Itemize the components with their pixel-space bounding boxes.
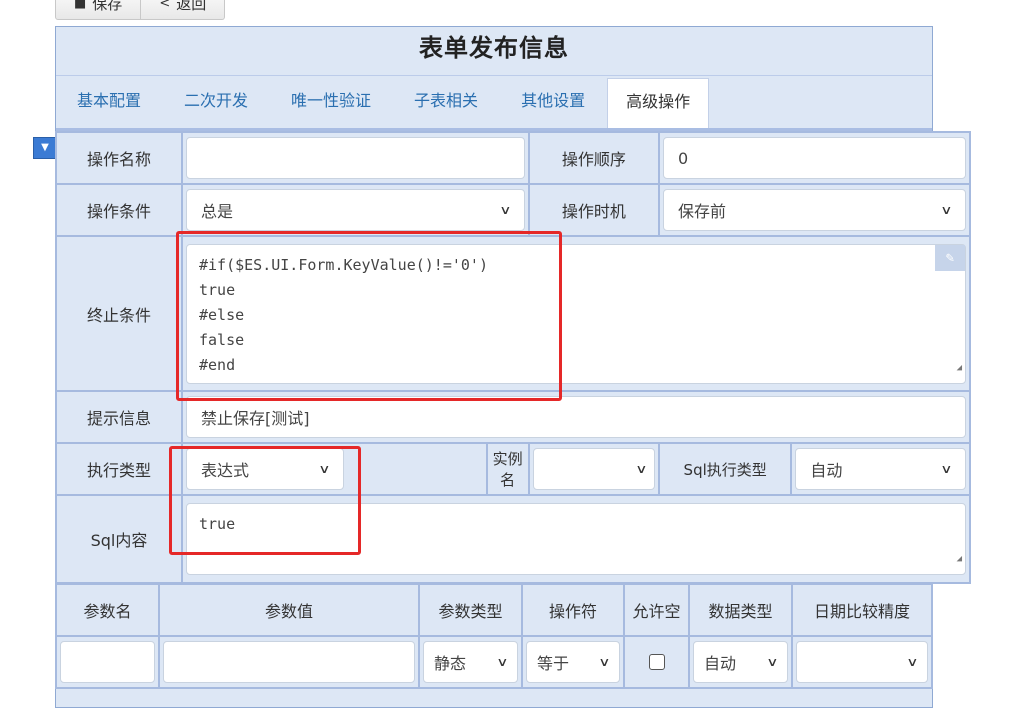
exec-type-label: 执行类型 <box>55 442 183 496</box>
params-header-data-type: 数据类型 <box>688 583 793 637</box>
params-header-type: 参数类型 <box>418 583 523 637</box>
op-time-value: 保存前 <box>677 202 726 221</box>
op-name-input[interactable] <box>186 137 525 179</box>
tab-bar: 基本配置 二次开发 唯一性验证 子表相关 其他设置 高级操作 <box>56 76 932 132</box>
param-precision-select[interactable]: ∨ <box>796 641 928 683</box>
chevron-down-icon: ∨ <box>766 655 779 669</box>
save-button[interactable]: ■ 保存 <box>55 0 142 20</box>
tab-subtable[interactable]: 子表相关 <box>393 76 500 128</box>
op-cond-label: 操作条件 <box>55 183 183 237</box>
param-operator-value: 等于 <box>537 654 570 673</box>
chevron-down-icon: ∨ <box>499 203 512 217</box>
operation-form: 操作名称 操作顺序 0 操作条件 总是 ∨ 操作时机 保存前 ∨ 终止条件 #if(… <box>55 131 972 584</box>
allow-null-checkbox[interactable] <box>648 654 665 670</box>
op-name-label: 操作名称 <box>55 131 183 185</box>
exec-type-value: 表达式 <box>201 461 250 480</box>
param-operator-select[interactable]: 等于 ∨ <box>526 641 620 683</box>
chevron-down-icon: ∨ <box>496 655 509 669</box>
tab-advanced-ops[interactable]: 高级操作 <box>607 78 710 128</box>
param-type-value: 静态 <box>434 654 467 673</box>
form-title: 表单发布信息 <box>56 27 932 76</box>
back-button[interactable]: < 返回 <box>141 0 226 20</box>
sql-content-value: true <box>199 515 236 533</box>
back-label: 返回 <box>176 0 207 13</box>
param-type-select[interactable]: 静态 ∨ <box>423 641 518 683</box>
instance-label: 实例名 <box>485 442 530 496</box>
code-line: #else <box>199 305 245 324</box>
table-row: 静态 ∨ 等于 ∨ 自动 ∨ ∨ <box>55 635 933 689</box>
sql-content-label: Sql内容 <box>55 494 183 584</box>
code-line: #if($ES.UI.Form.KeyValue()!='0') <box>199 255 488 274</box>
chevron-down-icon: ∨ <box>906 655 919 669</box>
param-data-type-value: 自动 <box>704 654 737 673</box>
code-line: false <box>199 330 245 349</box>
params-header-operator: 操作符 <box>521 583 625 637</box>
chevron-down-icon: ∨ <box>635 462 648 476</box>
op-time-label: 操作时机 <box>527 183 660 237</box>
tip-input[interactable]: 禁止保存[测试] <box>186 396 966 438</box>
op-order-input[interactable]: 0 <box>662 137 966 179</box>
sql-content-textarea[interactable]: true ◢ <box>186 503 966 575</box>
chevron-down-icon: ∨ <box>598 655 611 669</box>
stop-cond-textarea[interactable]: #if($ES.UI.Form.KeyValue()!='0') true #e… <box>186 243 966 384</box>
tip-label: 提示信息 <box>55 390 183 444</box>
params-header-precision: 日期比较精度 <box>791 583 933 637</box>
save-icon: ■ <box>74 0 87 11</box>
chevron-down-icon: ∨ <box>940 203 953 217</box>
chevron-down-icon: ∨ <box>940 462 953 476</box>
resize-handle-icon[interactable]: ◢ <box>957 356 962 381</box>
op-cond-value: 总是 <box>201 202 234 221</box>
sql-exec-type-value: 自动 <box>810 461 843 480</box>
tab-other-settings[interactable]: 其他设置 <box>500 76 607 128</box>
instance-select[interactable]: ∨ <box>532 448 655 490</box>
edit-icon[interactable]: ✎ <box>935 244 965 271</box>
tab-secondary-dev[interactable]: 二次开发 <box>163 76 270 128</box>
code-line: #end <box>199 355 236 374</box>
param-value-input[interactable] <box>163 641 415 683</box>
save-label: 保存 <box>92 0 123 13</box>
resize-handle-icon[interactable]: ◢ <box>957 547 962 572</box>
collapse-toggle-icon[interactable]: ▼ <box>33 137 57 159</box>
toolbar: ■ 保存 < 返回 <box>55 0 226 20</box>
op-order-label: 操作顺序 <box>527 131 660 185</box>
tab-uniqueness[interactable]: 唯一性验证 <box>270 76 393 128</box>
param-name-input[interactable] <box>60 641 155 683</box>
tab-basic-config[interactable]: 基本配置 <box>56 76 163 128</box>
params-header-name: 参数名 <box>55 583 160 637</box>
params-table: 参数名 参数值 参数类型 操作符 允许空 数据类型 日期比较精度 静态 ∨ 等于 ∨… <box>55 583 933 689</box>
op-time-select[interactable]: 保存前 ∨ <box>662 189 966 231</box>
param-data-type-select[interactable]: 自动 ∨ <box>693 641 788 683</box>
params-header-allow-null: 允许空 <box>623 583 690 637</box>
sql-exec-type-label: Sql执行类型 <box>657 442 793 496</box>
code-line: true <box>199 280 236 299</box>
chevron-left-icon: < <box>159 0 171 11</box>
stop-cond-label: 终止条件 <box>55 235 183 392</box>
params-header-value: 参数值 <box>158 583 420 637</box>
sql-exec-type-select[interactable]: 自动 ∨ <box>795 448 966 490</box>
op-cond-select[interactable]: 总是 ∨ <box>186 189 525 231</box>
chevron-down-icon: ∨ <box>318 462 331 476</box>
exec-type-select[interactable]: 表达式 ∨ <box>186 448 344 490</box>
